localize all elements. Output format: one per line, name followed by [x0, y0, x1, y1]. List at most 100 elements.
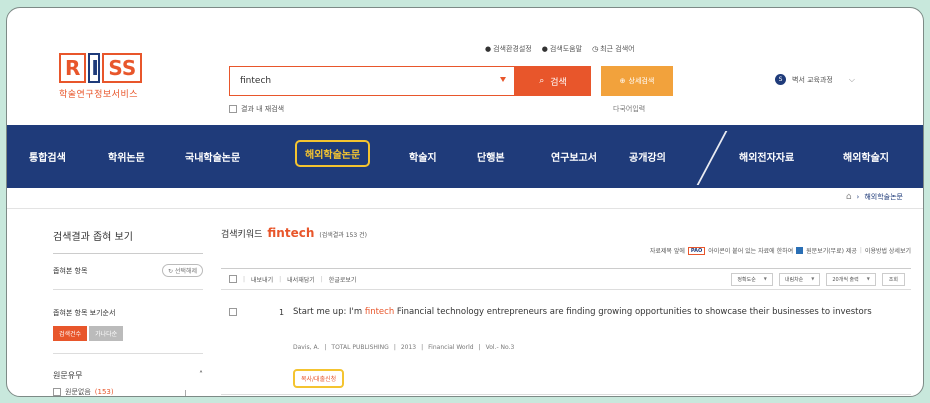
results-toolbar: | 내보내기 | 내서재담기 | 한글로보기 정확도순 내림차순 20개씩 출력… [221, 268, 911, 290]
reset-filter-button[interactable]: ↻ 선택해제 [161, 264, 203, 277]
open-access-notice: 자료제목 앞에 PAO 아이콘이 붙어 있는 자료에 한하여 원문보기(무료) … [650, 246, 911, 255]
sort-order-label: 좁혀본 항목 보기순서 [53, 309, 116, 317]
view-in-korean-button[interactable]: 한글로보기 [329, 275, 357, 284]
breadcrumb: ⌂ › 해외학술논문 [846, 192, 903, 202]
toolbar-separator: | [320, 275, 323, 283]
result-count: (검색결과 153 건) [319, 232, 367, 239]
breadcrumb-current[interactable]: 해외학술논문 [864, 192, 903, 202]
fulltext-filter-label: 원문없음 [65, 388, 91, 396]
search-help-link[interactable]: 검색도움말 [542, 44, 582, 54]
chevron-down-icon: ⌵ [848, 74, 855, 84]
logo-letter-ss: SS [102, 53, 143, 83]
title-part: Financial technology entrepreneurs are f… [394, 307, 872, 317]
result-number: 1 [279, 308, 285, 317]
fulltext-filter-checkbox[interactable] [53, 388, 61, 396]
result-title-link[interactable]: Start me up: I'm fintech Financial techn… [293, 306, 893, 318]
search-button-label: 검색 [550, 77, 567, 88]
divider [221, 394, 911, 395]
sort-by-count-button[interactable]: 검색건수 [53, 326, 88, 341]
nav-item-foreign-journals[interactable]: 해외학술지 [843, 149, 889, 164]
logo-letter-i: I [88, 53, 101, 83]
recent-searches-link[interactable]: 최근 검색어 [592, 44, 634, 54]
sort-field-select[interactable]: 정확도순 [731, 273, 773, 286]
fulltext-filter-count: (153) [94, 388, 114, 396]
separator: | [859, 247, 862, 254]
nav-item-domestic-papers[interactable]: 국내학술논문 [185, 149, 240, 164]
title-highlight: fintech [364, 307, 395, 317]
fulltext-section-header[interactable]: 원문유무 ˄ [53, 370, 203, 381]
search-query: fintech [240, 76, 272, 86]
search-input[interactable]: fintech [229, 66, 515, 96]
riss-logo[interactable]: R I SS 학술연구정보서비스 [59, 53, 149, 113]
save-to-library-button[interactable]: 내서재담기 [287, 275, 315, 284]
sort-direction-value: 내림차순 [784, 277, 804, 283]
keyword-prefix: 검색키워드 [221, 230, 263, 240]
search-dropdown-icon[interactable] [500, 77, 506, 82]
copy-loan-request-button[interactable]: 복사/대출신청 [293, 369, 345, 388]
toolbar-separator: | [243, 275, 246, 283]
home-icon[interactable]: ⌂ [846, 192, 852, 202]
sort-toggle: 검색건수 가나다순 [53, 326, 203, 341]
meta-separator: | [421, 344, 424, 351]
logo-subtitle: 학술연구정보서비스 [59, 90, 139, 100]
search-within-label: 결과 내 재검색 [241, 105, 285, 113]
advanced-search-button[interactable]: ⊕ 상세검색 [601, 66, 673, 96]
result-checkbox[interactable] [229, 308, 237, 316]
nav-item-open-lectures[interactable]: 공개강의 [629, 149, 666, 164]
nav-item-foreign-e-resources[interactable]: 해외전자자료 [739, 149, 794, 164]
title-part: Start me up: I'm [293, 307, 365, 317]
results-panel: 검색키워드 fintech (검색결과 153 건) 자료제목 앞에 PAO 아… [221, 226, 911, 388]
user-menu[interactable]: S 벽서 교육과정 ⌵ [775, 74, 855, 85]
search-keyword-header: 검색키워드 fintech (검색결과 153 건) [221, 226, 911, 240]
search-settings-link[interactable]: 검색환경설정 [485, 44, 532, 54]
search-icon: ⌕ [539, 76, 545, 86]
advanced-search-label: 상세검색 [628, 77, 655, 85]
usage-guide-link[interactable]: 이용방법 상세보기 [865, 246, 911, 255]
search-within-results[interactable]: 결과 내 재검색 [229, 104, 284, 114]
user-badge-icon: S [775, 74, 786, 85]
search-button[interactable]: ⌕ 검색 [515, 66, 591, 96]
notice-text: 자료제목 앞에 [649, 248, 685, 255]
sidebar-title: 검색결과 좁혀 보기 [53, 228, 203, 254]
sort-controls: 정확도순 내림차순 20개씩 출력 조회 [731, 273, 905, 286]
result-volume: Vol.- No.3 [485, 344, 515, 351]
logo-letter-r: R [59, 53, 87, 83]
sort-direction-select[interactable]: 내림차순 [778, 273, 821, 286]
sidebar-divider [53, 289, 203, 290]
pao-badge-icon: PAO [687, 246, 706, 255]
sort-alphabetical-button[interactable]: 가나다순 [89, 326, 124, 341]
multilang-input-link[interactable]: 다국어입력 [613, 104, 645, 114]
result-publisher: TOTAL PUBLISHING [331, 344, 389, 351]
nav-item-foreign-papers[interactable]: 해외학술논문 [295, 140, 371, 167]
result-meta: Davis, A. | TOTAL PUBLISHING | 2013 | Fi… [293, 344, 514, 351]
notice-text-3: 원문보기(무료) 제공 [806, 248, 857, 255]
result-year: 2013 [400, 344, 417, 351]
nav-item-integrated-search[interactable]: 통합검색 [29, 149, 66, 164]
nav-item-research-reports[interactable]: 연구보고서 [551, 149, 597, 164]
sidebar-divider [53, 353, 203, 354]
divider [7, 208, 923, 209]
nav-item-books[interactable]: 단행본 [477, 149, 505, 164]
fulltext-filter-option[interactable]: 원문없음 (153) [53, 387, 203, 396]
logo-mark: R I SS [59, 53, 149, 83]
nav-divider [696, 131, 728, 185]
filter-label: 좁혀본 항목 [53, 266, 88, 275]
user-label: 벽서 교육과정 [792, 75, 833, 84]
fulltext-icon [796, 247, 804, 254]
nav-item-theses[interactable]: 학위논문 [108, 149, 145, 164]
breadcrumb-separator-icon: › [856, 193, 860, 201]
filter-sidebar: 검색결과 좁혀 보기 좁혀본 항목 ↻ 선택해제 좁혀본 항목 보기순서 검색건… [53, 228, 203, 396]
page-size-select[interactable]: 20개씩 출력 [826, 273, 876, 286]
sort-field-value: 정확도순 [737, 277, 756, 283]
scrollbar[interactable] [185, 390, 186, 396]
meta-separator: | [393, 344, 396, 351]
advanced-search-icon: ⊕ [619, 77, 626, 85]
apply-sort-button[interactable]: 조회 [881, 273, 905, 286]
select-all-checkbox[interactable] [229, 275, 237, 283]
keyword-term: fintech [267, 226, 315, 240]
meta-separator: | [478, 344, 481, 351]
export-button[interactable]: 내보내기 [251, 275, 273, 284]
reset-filter-label: 선택해제 [174, 268, 197, 275]
nav-item-journals[interactable]: 학술지 [409, 149, 437, 164]
search-within-checkbox[interactable] [229, 105, 237, 113]
